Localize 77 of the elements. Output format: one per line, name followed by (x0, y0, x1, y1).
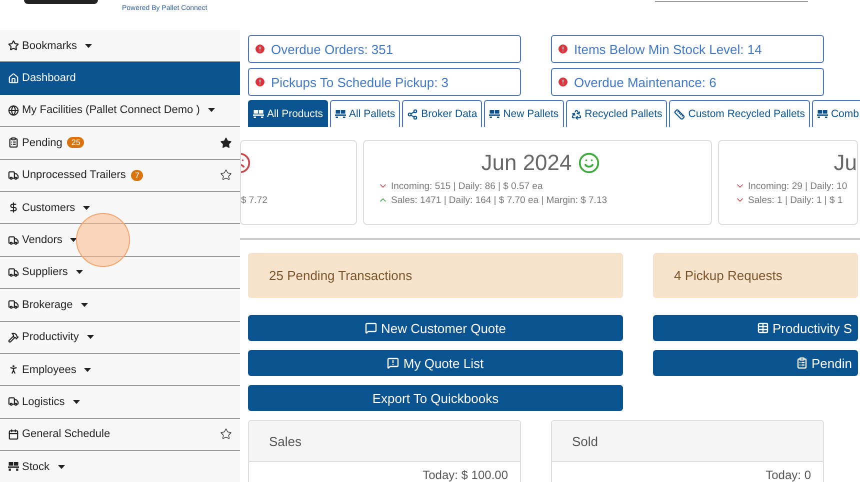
table-icon (756, 322, 769, 334)
notice-panel[interactable]: 4 Pickup Requests (653, 253, 858, 298)
pallet-icon (8, 462, 19, 472)
sidebar-item[interactable]: General Schedule (0, 418, 240, 452)
sidebar-item[interactable]: Customers (0, 192, 240, 224)
count-badge: 7 (130, 170, 144, 181)
person-icon (8, 364, 19, 376)
tab[interactable]: Broker Data (402, 100, 482, 127)
sidebar-item[interactable]: Logistics (0, 386, 240, 419)
alert-icon (557, 43, 569, 55)
trailer-icon (8, 170, 19, 181)
card-value: Today: 0 (766, 468, 811, 482)
alert-link[interactable]: Overdue Orders: 351 (248, 35, 521, 63)
sidebar-item[interactable]: Productivity (0, 322, 240, 354)
alert-icon (254, 76, 266, 88)
recycle-icon (570, 108, 582, 120)
alert-link[interactable]: Items Below Min Stock Level: 14 (551, 35, 824, 63)
action-button[interactable]: Pendin (653, 350, 858, 376)
month-stats: $ 7.72 (241, 194, 268, 206)
truck-icon (8, 299, 19, 310)
speech-bubble-icon (365, 322, 377, 334)
pallet-icon (335, 110, 346, 118)
sidebar-item[interactable]: Vendors (0, 224, 240, 257)
sidebar-item[interactable]: Unprocessed Trailers 7 (0, 160, 240, 192)
tab[interactable]: All Products (248, 100, 328, 127)
alert-link[interactable]: Pickups To Schedule Pickup: 3 (248, 68, 521, 96)
clipboard-icon (8, 137, 19, 148)
notice-panel[interactable]: 25 Pending Transactions (248, 253, 623, 298)
card-value: Today: $ 100.00 (422, 468, 508, 482)
sidebar-item[interactable]: Suppliers (0, 256, 240, 290)
home-icon (8, 72, 19, 84)
alert-icon (557, 76, 569, 88)
sidebar-item[interactable]: Dashboard (0, 62, 240, 95)
action-button[interactable]: My Quote List (248, 350, 623, 376)
pallet-icon (253, 110, 264, 118)
sidebar-item[interactable]: My Facilities (Pallet Connect Demo ) (0, 94, 240, 128)
star-icon[interactable] (220, 428, 232, 440)
star-icon[interactable] (220, 169, 232, 182)
speech-bubble-icon (387, 357, 400, 369)
share-icon (407, 108, 418, 120)
month-stats: Incoming: 29 | Daily: 10 (748, 180, 848, 192)
star-icon[interactable] (220, 136, 232, 149)
sidebar-item[interactable]: Employees (0, 354, 240, 386)
alert-link[interactable]: Overdue Maintenance: 6 (551, 68, 824, 96)
clipboard-icon (796, 357, 808, 369)
month-stats: Sales: 1 | Daily: 1 | $ 1 (748, 194, 843, 206)
month-stats: Incoming: 515 | Daily: 86 | $ 0.57 ea (391, 180, 543, 192)
tab[interactable]: Comb (812, 100, 860, 127)
tab[interactable]: New Pallets (484, 100, 564, 127)
tab[interactable]: Recycled Pallets (566, 100, 668, 127)
dollar-icon (8, 202, 19, 214)
truck-icon (8, 396, 19, 408)
globe-icon (8, 104, 19, 116)
month-stats: Sales: 1471 | Daily: 164 | $ 7.70 ea | Margin: $ 7.13 (391, 194, 608, 206)
sidebar-item[interactable]: Pending 25 (0, 127, 240, 160)
tab[interactable]: All Pallets (330, 100, 400, 127)
card-title: Sold (572, 434, 598, 448)
star-icon (8, 40, 19, 52)
action-button[interactable]: New Customer Quote (248, 315, 623, 341)
truck-icon (8, 234, 19, 246)
month-title: Jun 2024 (481, 150, 572, 176)
pallet-icon (816, 110, 828, 118)
truck-icon (8, 266, 19, 278)
month-title: Ju (834, 150, 857, 176)
action-button[interactable]: Productivity S (653, 315, 858, 341)
click-indicator (76, 213, 130, 267)
sidebar-item[interactable]: Stock (0, 451, 240, 482)
sidebar-item[interactable]: Brokerage (0, 289, 240, 322)
hammer-icon (8, 332, 19, 343)
alert-icon (254, 43, 266, 55)
card-title: Sales (269, 434, 302, 448)
action-button[interactable]: Export To Quickbooks (248, 385, 623, 411)
pallet-icon (489, 110, 500, 118)
count-badge: 25 (67, 137, 84, 148)
calendar-icon (8, 428, 19, 440)
tab[interactable]: Custom Recycled Pallets (669, 100, 810, 127)
ruler-icon (674, 108, 686, 120)
